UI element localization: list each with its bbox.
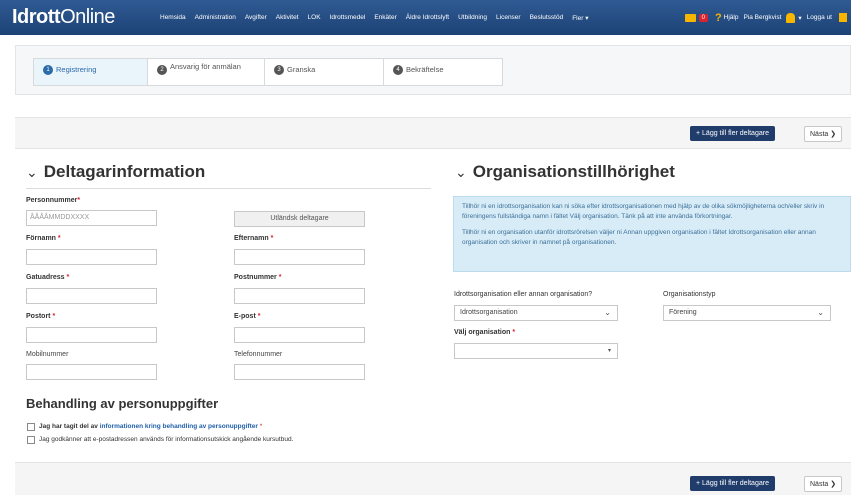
logout-icon[interactable] [839, 13, 847, 22]
email-consent-text: Jag godkänner att e-postadressen används… [39, 436, 294, 443]
logout-link[interactable]: Logga ut [807, 14, 832, 21]
user-icon[interactable] [786, 12, 796, 23]
organisation-info-box: Tillhör ni en idrottsorganisation kan ni… [453, 196, 851, 272]
chevron-down-icon[interactable]: ⌄ [26, 164, 38, 181]
chevron-down-icon[interactable]: ⌄ [455, 164, 467, 181]
organisation-info-text-1: Tillhör ni en idrottsorganisation kan ni… [462, 203, 825, 220]
bottom-action-bar: + Lägg till fler deltagare Nästa ❯ [15, 462, 851, 495]
postnummer-input[interactable] [234, 288, 365, 304]
org-kind-value: Idrottsorganisation [460, 309, 518, 316]
nav-item-fler[interactable]: Fler ▾ [572, 14, 588, 22]
telefonnummer-input[interactable] [234, 364, 365, 380]
main-menu: Hemsida Administration Avgifter Aktivite… [160, 0, 597, 35]
gdpr-info-checkbox[interactable] [27, 423, 35, 431]
telefonnummer-label: Telefonnummer [234, 351, 283, 358]
nav-item-avgifter[interactable]: Avgifter [245, 14, 267, 21]
fornamn-label: Förnamn * [26, 235, 61, 242]
nav-right: 0 ? Hjälp Pia Bergkvist ▾ Logga ut [684, 0, 847, 35]
step-bekraftelse[interactable]: 4 Bekräftelse [383, 58, 503, 86]
step-label: Registrering [56, 65, 97, 74]
fornamn-input[interactable] [26, 249, 157, 265]
step-number: 3 [274, 65, 284, 75]
step-registrering[interactable]: 1 Registrering [33, 58, 148, 86]
efternamn-label: Efternamn * [234, 235, 274, 242]
epost-input[interactable] [234, 327, 365, 343]
gdpr-info-text: Jag har tagit del av informationen kring… [39, 423, 263, 430]
top-action-bar: + Lägg till fler deltagare Nästa ❯ [15, 117, 851, 149]
mobilnummer-label: Mobilnummer [26, 351, 69, 358]
step-label: Ansvarig för anmälan [170, 62, 241, 71]
step-number: 1 [43, 65, 53, 75]
chevron-down-icon: ⌄ [604, 308, 611, 317]
nav-item-lok[interactable]: LOK [308, 14, 321, 21]
org-type-value: Förening [669, 309, 697, 316]
organisation-section-title[interactable]: ⌄ Organisationstillhörighet [455, 162, 675, 182]
step-number: 4 [393, 65, 403, 75]
help-icon[interactable]: ? [715, 12, 722, 24]
add-more-participants-button-bottom[interactable]: + Lägg till fler deltagare [690, 476, 775, 491]
add-more-participants-button[interactable]: + Lägg till fler deltagare [690, 126, 775, 141]
idrottonline-logo[interactable]: IdrottOnline [12, 6, 115, 29]
choose-org-label: Välj organisation * [454, 329, 516, 336]
step-label: Bekräftelse [406, 65, 444, 74]
cart-icon[interactable] [684, 13, 696, 22]
user-name[interactable]: Pia Bergkvist [743, 14, 781, 21]
personnummer-input[interactable]: ÅÅÅÅMMDDXXXX [26, 210, 157, 226]
help-link[interactable]: Hjälp [724, 14, 739, 21]
step-label: Granska [287, 65, 316, 74]
org-type-label: Organisationstyp [663, 291, 716, 298]
step-granska[interactable]: 3 Granska [264, 58, 384, 86]
postort-label: Postort * [26, 313, 56, 320]
mobilnummer-input[interactable] [26, 364, 157, 380]
caret-down-icon: ▾ [607, 348, 611, 354]
org-kind-select[interactable]: Idrottsorganisation ⌄ [454, 305, 618, 321]
nav-item-aldre-idrottslyft[interactable]: Äldre Idrottslyft [406, 14, 449, 21]
nav-item-aktivitet[interactable]: Aktivitet [276, 14, 299, 21]
nav-item-utbildning[interactable]: Utbildning [458, 14, 487, 21]
wizard-steps: 1 Registrering 2 Ansvarig för anmälan 3 … [15, 45, 851, 95]
next-button-bottom[interactable]: Nästa ❯ [804, 476, 843, 492]
user-dropdown-caret[interactable]: ▾ [798, 14, 801, 22]
step-ansvarig[interactable]: 2 Ansvarig för anmälan [147, 58, 265, 86]
cart-count-badge: 0 [698, 13, 708, 22]
choose-org-select[interactable]: ▾ [454, 343, 618, 359]
next-button[interactable]: Nästa ❯ [804, 126, 843, 142]
participant-section-title[interactable]: ⌄ Deltagarinformation [26, 162, 205, 182]
organisation-info-text-2: Tillhör ni en organisation utanför idrot… [462, 229, 816, 246]
personnummer-label: Personnummer* [26, 197, 81, 204]
org-type-select[interactable]: Förening ⌄ [663, 305, 831, 321]
top-navbar: IdrottOnline Hemsida Administration Avgi… [0, 0, 851, 35]
nav-item-idrottsmedel[interactable]: Idrottsmedel [330, 14, 366, 21]
divider [26, 188, 431, 189]
postnummer-label: Postnummer * [234, 274, 282, 281]
org-kind-label: Idrottsorganisation eller annan organisa… [454, 291, 593, 298]
nav-item-licenser[interactable]: Licenser [496, 14, 521, 21]
nav-item-administration[interactable]: Administration [195, 14, 236, 21]
gdpr-info-link[interactable]: informationen kring behandling av person… [100, 423, 258, 430]
gatuadress-input[interactable] [26, 288, 157, 304]
email-consent-checkbox[interactable] [27, 436, 35, 444]
nav-item-enkater[interactable]: Enkäter [374, 14, 396, 21]
nav-item-beslutsstod[interactable]: Beslutsstöd [530, 14, 564, 21]
gdpr-section-title: Behandling av personuppgifter [26, 396, 219, 411]
postort-input[interactable] [26, 327, 157, 343]
epost-label: E-post * [234, 313, 261, 320]
step-number: 2 [157, 65, 167, 75]
foreign-participant-button[interactable]: Utländsk deltagare [234, 211, 365, 227]
efternamn-input[interactable] [234, 249, 365, 265]
nav-item-hemsida[interactable]: Hemsida [160, 14, 186, 21]
gatuadress-label: Gatuadress * [26, 274, 70, 281]
chevron-down-icon: ⌄ [817, 308, 824, 317]
